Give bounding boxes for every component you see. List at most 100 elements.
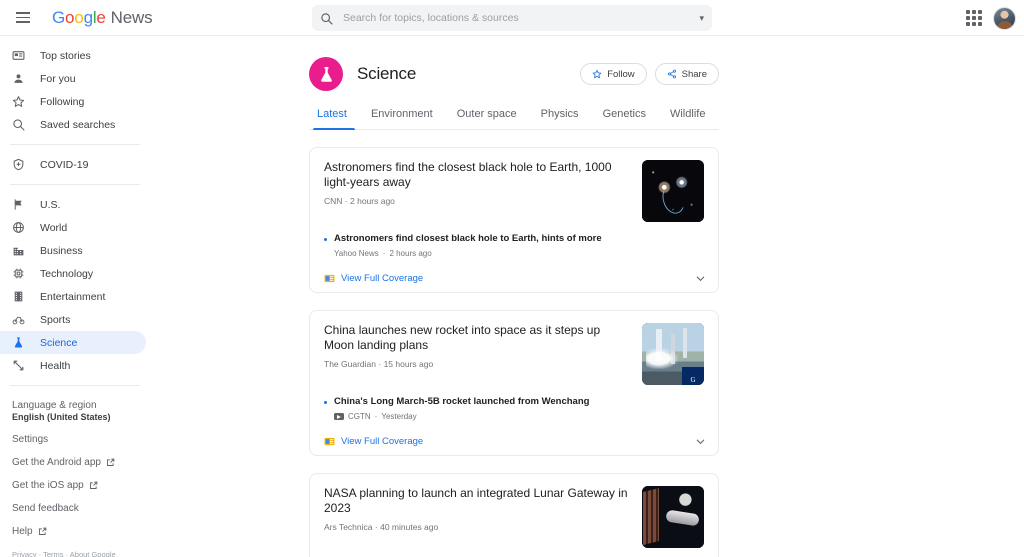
send-feedback-label: Send feedback: [12, 503, 79, 514]
language-region-setting[interactable]: Language & region English (United States…: [12, 400, 152, 422]
sidebar-item-for-you[interactable]: For you: [0, 67, 152, 90]
page-title: Science: [357, 64, 416, 84]
follow-button[interactable]: Follow: [580, 63, 646, 85]
bullet-icon: [324, 401, 327, 404]
sidebar-divider: [10, 385, 140, 386]
chevron-down-icon[interactable]: [695, 273, 706, 284]
related-source: CGTN: [348, 412, 371, 421]
sidebar-item-label: Science: [40, 337, 77, 349]
sidebar-item-us[interactable]: U.S.: [0, 193, 152, 216]
ios-app-link[interactable]: Get the iOS app: [12, 480, 152, 491]
article-source: The Guardian: [324, 359, 376, 369]
sidebar: Top stories For you Following: [0, 36, 152, 557]
help-link[interactable]: Help: [12, 526, 152, 537]
external-link-icon: [38, 527, 47, 536]
flask-icon: [12, 336, 34, 349]
chevron-down-icon[interactable]: [695, 436, 706, 447]
sidebar-item-health[interactable]: Health: [0, 354, 152, 377]
tab-latest[interactable]: Latest: [309, 108, 359, 129]
send-feedback-link[interactable]: Send feedback: [12, 503, 152, 514]
sidebar-item-label: Technology: [40, 268, 93, 280]
card-footer: View Full Coverage: [324, 264, 704, 292]
tab-label: Outer space: [457, 108, 517, 120]
legal-links[interactable]: Privacy · Terms · About Google: [12, 550, 116, 557]
sidebar-item-sports[interactable]: Sports: [0, 308, 152, 331]
related-time: 2 hours ago: [389, 249, 431, 258]
related-time: Yesterday: [381, 412, 416, 421]
article-thumbnail[interactable]: G: [642, 323, 704, 385]
related-source: Yahoo News: [334, 249, 379, 258]
sidebar-item-following[interactable]: Following: [0, 90, 152, 113]
bullet-icon: [324, 238, 327, 241]
app-header: Google News ▾: [0, 0, 1024, 36]
tab-physics[interactable]: Physics: [529, 108, 591, 129]
hamburger-line: [16, 17, 30, 19]
help-label: Help: [12, 526, 33, 537]
byline-separator: ·: [383, 249, 386, 258]
tab-outer-space[interactable]: Outer space: [445, 108, 529, 129]
sidebar-item-top-stories[interactable]: Top stories: [0, 44, 152, 67]
article-byline: The Guardian · 15 hours ago: [324, 359, 632, 369]
sidebar-item-science[interactable]: Science: [0, 331, 146, 354]
search-input[interactable]: [343, 12, 693, 24]
search-bar[interactable]: ▾: [312, 5, 712, 31]
article-headline[interactable]: NASA planning to launch an integrated Lu…: [324, 486, 632, 516]
settings-label: Settings: [12, 434, 48, 445]
sidebar-item-entertainment[interactable]: Entertainment: [0, 285, 152, 308]
sidebar-item-business[interactable]: Business: [0, 239, 152, 262]
tab-genetics[interactable]: Genetics: [591, 108, 658, 129]
related-byline: Yahoo News · 2 hours ago: [334, 249, 602, 258]
share-label: Share: [682, 69, 707, 80]
sidebar-item-label: Entertainment: [40, 291, 105, 303]
main-menu-button[interactable]: [6, 1, 40, 35]
related-article: China's Long March-5B rocket launched fr…: [324, 396, 704, 421]
source-badge: G: [682, 367, 704, 385]
language-region-label: Language & region: [12, 400, 152, 411]
full-coverage-label: View Full Coverage: [341, 436, 423, 447]
sidebar-item-covid-19[interactable]: COVID-19: [0, 153, 152, 176]
related-article: Astronomers find closest black hole to E…: [324, 233, 704, 258]
related-headline[interactable]: China's Long March-5B rocket launched fr…: [334, 396, 589, 408]
article-byline: CNN · 2 hours ago: [324, 196, 632, 206]
google-news-logo[interactable]: Google News: [52, 8, 152, 28]
avatar[interactable]: [993, 7, 1016, 30]
sidebar-item-saved-searches[interactable]: Saved searches: [0, 113, 152, 136]
article-thumbnail[interactable]: [642, 160, 704, 222]
view-full-coverage-link[interactable]: View Full Coverage: [324, 273, 423, 284]
sidebar-item-label: U.S.: [40, 199, 60, 211]
topic-logo: [309, 57, 343, 91]
card-footer: View Full Coverage: [324, 427, 704, 455]
related-headline[interactable]: Astronomers find closest black hole to E…: [334, 233, 602, 245]
related-byline: CGTN · Yesterday: [334, 412, 589, 421]
view-full-coverage-link[interactable]: View Full Coverage: [324, 436, 423, 447]
sidebar-item-label: Top stories: [40, 50, 91, 62]
star-icon: [592, 69, 602, 79]
settings-link[interactable]: Settings: [12, 434, 152, 445]
topic-header: Science Follow Share: [309, 54, 719, 94]
article-headline[interactable]: China launches new rocket into space as …: [324, 323, 632, 353]
sidebar-item-label: Business: [40, 245, 83, 257]
article-thumbnail[interactable]: [642, 486, 704, 548]
share-button[interactable]: Share: [655, 63, 719, 85]
byline-separator: ·: [378, 359, 381, 369]
sidebar-item-technology[interactable]: Technology: [0, 262, 152, 285]
sidebar-item-label: Health: [40, 360, 70, 372]
sidebar-item-world[interactable]: World: [0, 216, 152, 239]
tab-label: Environment: [371, 108, 433, 120]
follow-label: Follow: [607, 69, 634, 80]
article-card: China launches new rocket into space as …: [309, 310, 719, 456]
tab-wildlife[interactable]: Wildlife: [658, 108, 717, 129]
topic-tabs: Latest Environment Outer space Physics G…: [309, 108, 719, 130]
search-dropdown-icon[interactable]: ▾: [693, 13, 704, 24]
tab-environment[interactable]: Environment: [359, 108, 445, 129]
android-app-link[interactable]: Get the Android app: [12, 457, 152, 468]
apps-grid-icon[interactable]: [963, 7, 985, 29]
star-icon: [12, 95, 34, 108]
video-icon: [334, 413, 344, 420]
sidebar-divider: [10, 184, 140, 185]
share-icon: [667, 69, 677, 79]
building-icon: [12, 244, 34, 257]
article-headline[interactable]: Astronomers find the closest black hole …: [324, 160, 632, 190]
article-card: Astronomers find the closest black hole …: [309, 147, 719, 293]
article-card: NASA planning to launch an integrated Lu…: [309, 473, 719, 557]
